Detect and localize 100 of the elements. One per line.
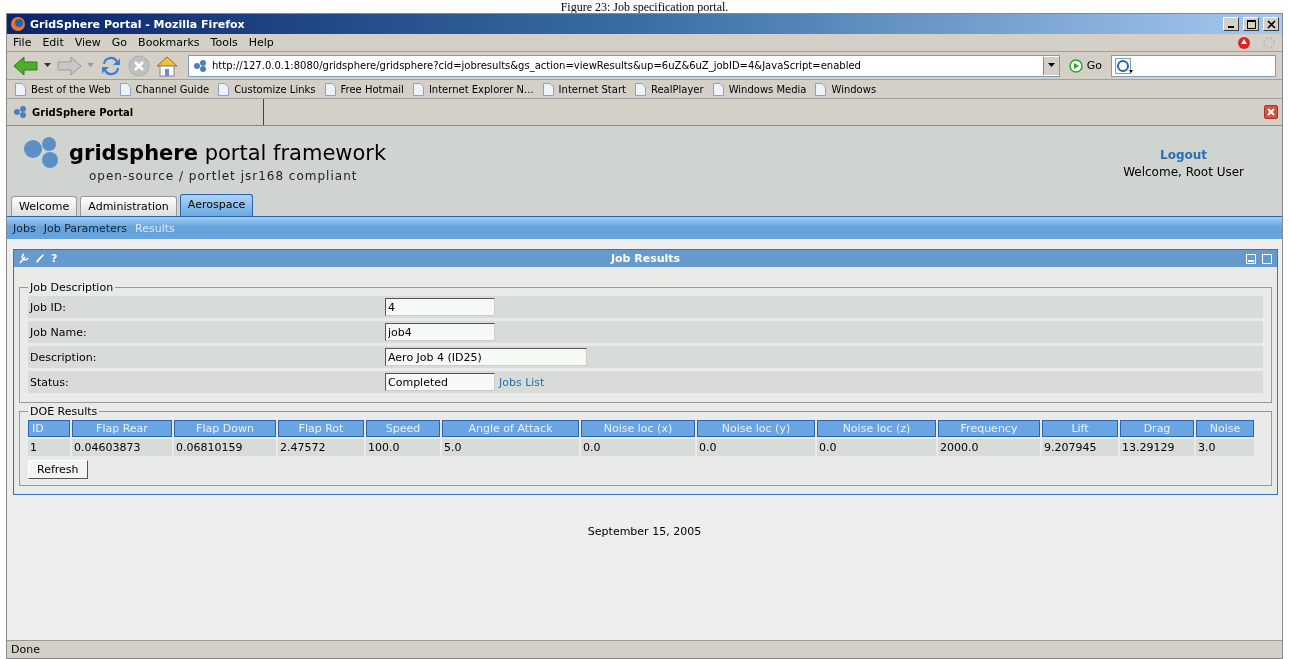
- text-field[interactable]: 4: [385, 298, 495, 316]
- bookmark-item[interactable]: RealPlayer: [634, 82, 704, 96]
- bookmark-item[interactable]: Best of the Web: [15, 82, 111, 96]
- portal-logo-text: gridsphere portal framework: [69, 141, 387, 165]
- welcome-text: Welcome, Root User: [1123, 164, 1244, 179]
- reload-icon[interactable]: [99, 54, 123, 77]
- column-header: Angle of Attack: [442, 420, 579, 437]
- jobs-list-link[interactable]: Jobs List: [499, 375, 545, 389]
- search-engine-icon: [1115, 57, 1133, 74]
- back-arrow-icon[interactable]: [13, 55, 39, 76]
- maximize-icon[interactable]: [1262, 253, 1272, 264]
- close-icon: [1266, 19, 1276, 29]
- page-icon: [634, 82, 646, 96]
- table-cell: 2000.0: [938, 439, 1040, 456]
- bookmark-item[interactable]: Windows Media: [712, 82, 807, 96]
- table-cell: 9.207945: [1042, 439, 1118, 456]
- minimize-button[interactable]: [1223, 17, 1239, 31]
- bookmark-item[interactable]: Internet Start: [542, 82, 626, 96]
- column-header: ID: [28, 420, 70, 437]
- column-header: Frequency: [938, 420, 1040, 437]
- page-icon: [542, 82, 554, 96]
- portlet-title: Job Results: [609, 252, 682, 265]
- maximize-button[interactable]: [1243, 17, 1259, 31]
- table-cell: 100.0: [366, 439, 440, 456]
- page-icon: [712, 82, 724, 96]
- close-tab-button[interactable]: [1264, 105, 1278, 119]
- column-header: Flap Rot: [278, 420, 364, 437]
- footer-date: September 15, 2005: [587, 525, 702, 540]
- table-cell: 0.0: [581, 439, 695, 456]
- search-field[interactable]: [1111, 54, 1276, 77]
- table-cell: 2.47572: [278, 439, 364, 456]
- column-header: Flap Rear: [72, 420, 172, 437]
- forward-arrow-icon[interactable]: [56, 55, 82, 76]
- minimize-icon[interactable]: [1246, 253, 1256, 264]
- page-icon: [324, 82, 336, 96]
- table-cell: 3.0: [1196, 439, 1254, 456]
- table-cell: 0.04603873: [72, 439, 172, 456]
- menu-item[interactable]: Help: [248, 36, 274, 49]
- dropdown-button[interactable]: [1042, 56, 1059, 75]
- dropdown-caret-icon[interactable]: [44, 63, 51, 68]
- caret-icon: [1047, 63, 1055, 68]
- column-header: Noise: [1196, 420, 1254, 437]
- play-icon: [1068, 58, 1083, 73]
- column-header: Noise loc (x): [581, 420, 695, 437]
- table-cell: 13.29129: [1120, 439, 1194, 456]
- page-icon: [815, 82, 827, 96]
- table-cell: 0.0: [697, 439, 815, 456]
- address-field[interactable]: http://127.0.0.1:8080/gridsphere/gridsphere?cid=jobresults&gs_action=viewResults&up=6uZ&6uZ_jobID=4&JavaScript=enabled: [188, 54, 1060, 77]
- bookmark-item[interactable]: Channel Guide: [119, 82, 210, 96]
- table-cell: 5.0: [442, 439, 579, 456]
- column-header: Drag: [1120, 420, 1194, 437]
- table-cell: 1: [28, 439, 70, 456]
- home-icon[interactable]: [155, 54, 179, 77]
- bookmark-item[interactable]: Free Hotmail: [324, 82, 404, 96]
- close-button[interactable]: [1263, 17, 1279, 31]
- menu-item[interactable]: Go: [111, 36, 128, 49]
- menu-item[interactable]: View: [74, 36, 101, 49]
- page-icon: [119, 82, 131, 96]
- menu-item[interactable]: File: [13, 36, 32, 49]
- bookmark-item[interactable]: Customize Links: [218, 82, 316, 96]
- close-icon: [1267, 108, 1275, 116]
- table-cell: 0.06810159: [174, 439, 276, 456]
- logout-link[interactable]: Logout: [1160, 147, 1208, 162]
- portal-tab[interactable]: Administration: [80, 196, 177, 216]
- refresh-button[interactable]: Refresh: [28, 460, 88, 479]
- column-header: Speed: [366, 420, 440, 437]
- tagline: open-source / portlet jsr168 compliant: [89, 169, 359, 183]
- go-button[interactable]: Go: [1064, 58, 1106, 73]
- site-icon: [13, 106, 27, 118]
- bookmark-item[interactable]: Windows: [815, 82, 877, 96]
- minimize-icon: [1228, 26, 1234, 28]
- page-icon: [412, 82, 424, 96]
- column-header: Flap Down: [174, 420, 276, 437]
- field-label: Status:: [29, 375, 70, 389]
- browser-tab[interactable]: GridSphere Portal: [7, 99, 264, 125]
- table-cell: 0.0: [817, 439, 936, 456]
- pencil-icon[interactable]: [35, 253, 45, 264]
- bookmark-item[interactable]: Internet Explorer N...: [412, 82, 534, 96]
- text-field[interactable]: job4: [385, 323, 495, 341]
- wrench-icon[interactable]: [19, 253, 29, 264]
- status-text: Done: [11, 643, 40, 656]
- column-header: Noise loc (z): [817, 420, 936, 437]
- page-icon: [218, 82, 230, 96]
- field-label: Description:: [29, 350, 98, 364]
- menu-item[interactable]: Tools: [210, 36, 238, 49]
- maximize-icon: [1246, 19, 1256, 29]
- page-icon: [15, 82, 26, 96]
- portal-tab[interactable]: Aerospace: [179, 194, 254, 216]
- group-legend: DOE Results: [28, 405, 100, 418]
- subnav-link[interactable]: Job Parameters: [43, 221, 128, 235]
- subnav-link[interactable]: Jobs: [13, 221, 36, 235]
- stop-icon[interactable]: [128, 54, 150, 77]
- menu-item[interactable]: Edit: [42, 36, 64, 49]
- text-field[interactable]: Completed: [385, 373, 495, 391]
- figure-caption: Figure 23: Job specification portal.: [560, 1, 729, 13]
- field-label: Job ID:: [28, 300, 67, 314]
- text-field[interactable]: Aero Job 4 (ID25): [385, 348, 587, 366]
- portal-tab[interactable]: Welcome: [11, 196, 78, 216]
- menu-item[interactable]: Bookmarks: [138, 36, 200, 49]
- column-header: Noise loc (y): [697, 420, 815, 437]
